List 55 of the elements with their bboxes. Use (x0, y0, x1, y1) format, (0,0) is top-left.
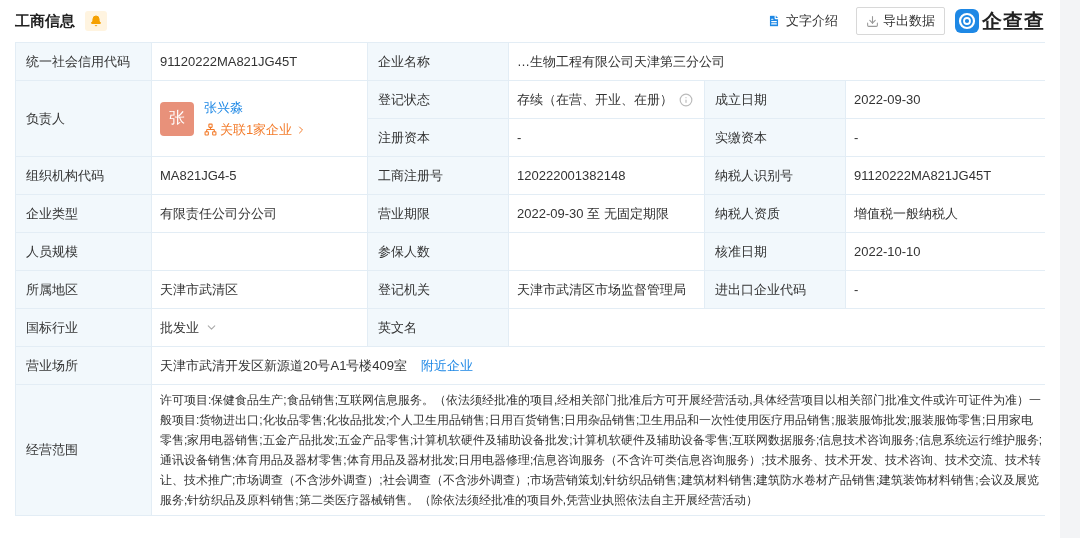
field-label: 参保人数 (368, 233, 508, 270)
field-value: 天津市武清开发区新源道20号A1号楼409室 (160, 356, 408, 375)
field-label: 进出口企业代码 (705, 271, 845, 308)
field-value: MA821JG4-5 (160, 168, 237, 183)
field-label: 营业场所 (16, 347, 151, 384)
field-label: 核准日期 (705, 233, 845, 270)
field-value: 天津市武清区 (160, 280, 238, 299)
field-value: 2022-09-30 (854, 92, 921, 107)
field-value: 增值税一般纳税人 (854, 204, 958, 223)
logo-text: 企查查 (982, 8, 1045, 34)
download-icon (866, 14, 879, 28)
section-title: 工商信息 (15, 11, 75, 31)
field-label: 企业类型 (16, 195, 151, 232)
field-value: 91120222MA821JG45T (854, 168, 992, 183)
nearby-link[interactable]: 附近企业 (421, 356, 474, 375)
document-icon (767, 14, 781, 28)
field-label: 实缴资本 (705, 119, 845, 156)
field-label: 统一社会信用代码 (16, 43, 151, 80)
bell-icon[interactable] (85, 11, 107, 31)
field-label: 注册资本 (368, 119, 508, 156)
field-value: 120222001382148 (517, 168, 626, 183)
avatar: 张 (160, 101, 194, 136)
field-label: 营业期限 (368, 195, 508, 232)
network-icon (204, 123, 217, 136)
person-name-link[interactable]: 张兴淼 (204, 98, 243, 117)
field-label: 纳税人资质 (705, 195, 845, 232)
field-label: 成立日期 (705, 81, 845, 118)
field-label: 纳税人识别号 (705, 157, 845, 194)
field-label: 人员规模 (16, 233, 151, 270)
field-value: - (854, 282, 859, 297)
field-value: 有限责任公司分公司 (160, 204, 277, 223)
field-value: - (854, 130, 859, 145)
field-label: 英文名 (368, 309, 508, 346)
field-label: 登记状态 (368, 81, 508, 118)
field-label: 所属地区 (16, 271, 151, 308)
field-value: - (517, 130, 522, 145)
field-label: 企业名称 (368, 43, 508, 80)
text-intro-link[interactable]: 文字介绍 (767, 12, 838, 30)
field-label: 工商注册号 (368, 157, 508, 194)
info-icon[interactable] (679, 92, 693, 107)
logo-icon (955, 9, 979, 33)
field-value: …生物工程有限公司天津第三分公司 (517, 52, 725, 71)
related-companies-link[interactable]: 关联1家企业 (204, 120, 308, 139)
field-label: 国标行业 (16, 309, 151, 346)
field-value: 91120222MA821JG45T (160, 54, 298, 69)
field-value: 批发业 (160, 318, 199, 337)
field-label: 组织机构代码 (16, 157, 151, 194)
export-button[interactable]: 导出数据 (856, 7, 945, 35)
field-value: 2022-10-10 (854, 244, 921, 259)
field-value: 2022-09-30 至 无固定期限 (517, 204, 669, 223)
field-value: 存续（在营、开业、在册） (517, 90, 673, 109)
field-label: 登记机关 (368, 271, 508, 308)
field-label: 负责人 (16, 81, 151, 156)
field-label: 经营范围 (16, 385, 151, 515)
field-value: 天津市武清区市场监督管理局 (517, 280, 686, 299)
